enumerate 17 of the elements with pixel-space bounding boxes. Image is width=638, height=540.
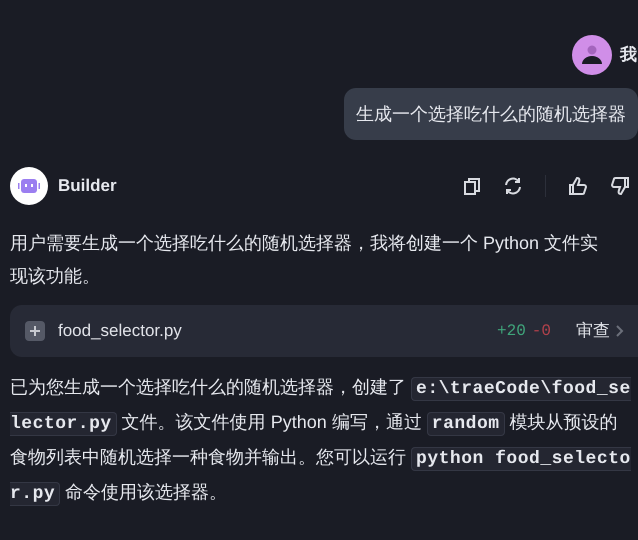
file-name: food_selector.py xyxy=(58,320,182,342)
avatar-icon xyxy=(572,35,612,75)
thumbs-down-icon[interactable] xyxy=(610,176,630,196)
review-button[interactable]: 审查 xyxy=(576,318,624,344)
chevron-right-icon xyxy=(616,325,624,337)
assistant-name: Builder xyxy=(58,175,117,198)
thumbs-up-icon[interactable] xyxy=(568,176,588,196)
user-name: 我 xyxy=(620,44,638,66)
copy-icon[interactable] xyxy=(463,177,481,195)
removed-count: -0 xyxy=(532,321,551,342)
robot-icon xyxy=(18,179,40,193)
plus-icon[interactable] xyxy=(25,321,45,341)
refresh-icon[interactable] xyxy=(503,176,523,196)
user-message: 生成一个选择吃什么的随机选择器 xyxy=(344,88,638,140)
added-count: +20 xyxy=(496,321,526,342)
assistant-message: 用户需要生成一个选择吃什么的随机选择器，我将创建一个 Python 文件实现该功能。 xyxy=(10,232,600,288)
assistant-message: 已为您生成一个选择吃什么的随机选择器，创建了 e:\traeCode\food_selector.py 文件。该文件使用 Python 编写，通过 random 模块从预设的食物列表中随机选择一种食物并输出。您可以运行 python food_selector.py 命令使用该选择器。 xyxy=(10,376,632,508)
